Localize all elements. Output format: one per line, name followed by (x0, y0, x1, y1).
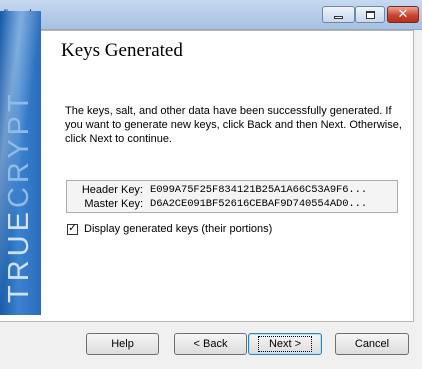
help-button[interactable]: Help (86, 333, 159, 355)
title-bar: Vizard ✕ (0, 0, 422, 30)
maximize-icon (365, 10, 375, 19)
display-keys-label[interactable]: Display generated keys (their portions) (84, 223, 272, 235)
header-key-label: Header Key: (81, 184, 143, 196)
page-title: Keys Generated (61, 40, 183, 61)
master-key-label: Master Key: (84, 198, 143, 210)
close-button[interactable]: ✕ (387, 6, 419, 23)
display-keys-option[interactable]: ✓ Display generated keys (their portions… (67, 222, 272, 236)
wizard-content-panel (0, 30, 414, 322)
back-button[interactable]: < Back (174, 333, 247, 355)
banner-logo-text: TRUECRYPT (3, 90, 35, 303)
check-icon: ✓ (68, 223, 77, 234)
close-icon: ✕ (397, 7, 409, 22)
next-button-label: Next > (257, 336, 313, 352)
header-key-value: E099A75F25F834121B25A1A66C53A9F6... (150, 184, 368, 196)
next-button[interactable]: Next > (248, 333, 322, 355)
maximize-button[interactable] (355, 6, 385, 23)
minimize-button[interactable] (322, 6, 355, 23)
truecrypt-banner: TRUECRYPT (0, 11, 41, 315)
cancel-button[interactable]: Cancel (335, 333, 409, 355)
master-key-value: D6A2CE091BF52616CEBAF9D740554AD0... (150, 198, 368, 210)
minimize-icon (334, 16, 343, 19)
info-text: The keys, salt, and other data have been… (65, 105, 402, 145)
display-keys-checkbox[interactable]: ✓ (67, 223, 78, 235)
keys-box: Header Key: E099A75F25F834121B25A1A66C53… (66, 180, 398, 213)
